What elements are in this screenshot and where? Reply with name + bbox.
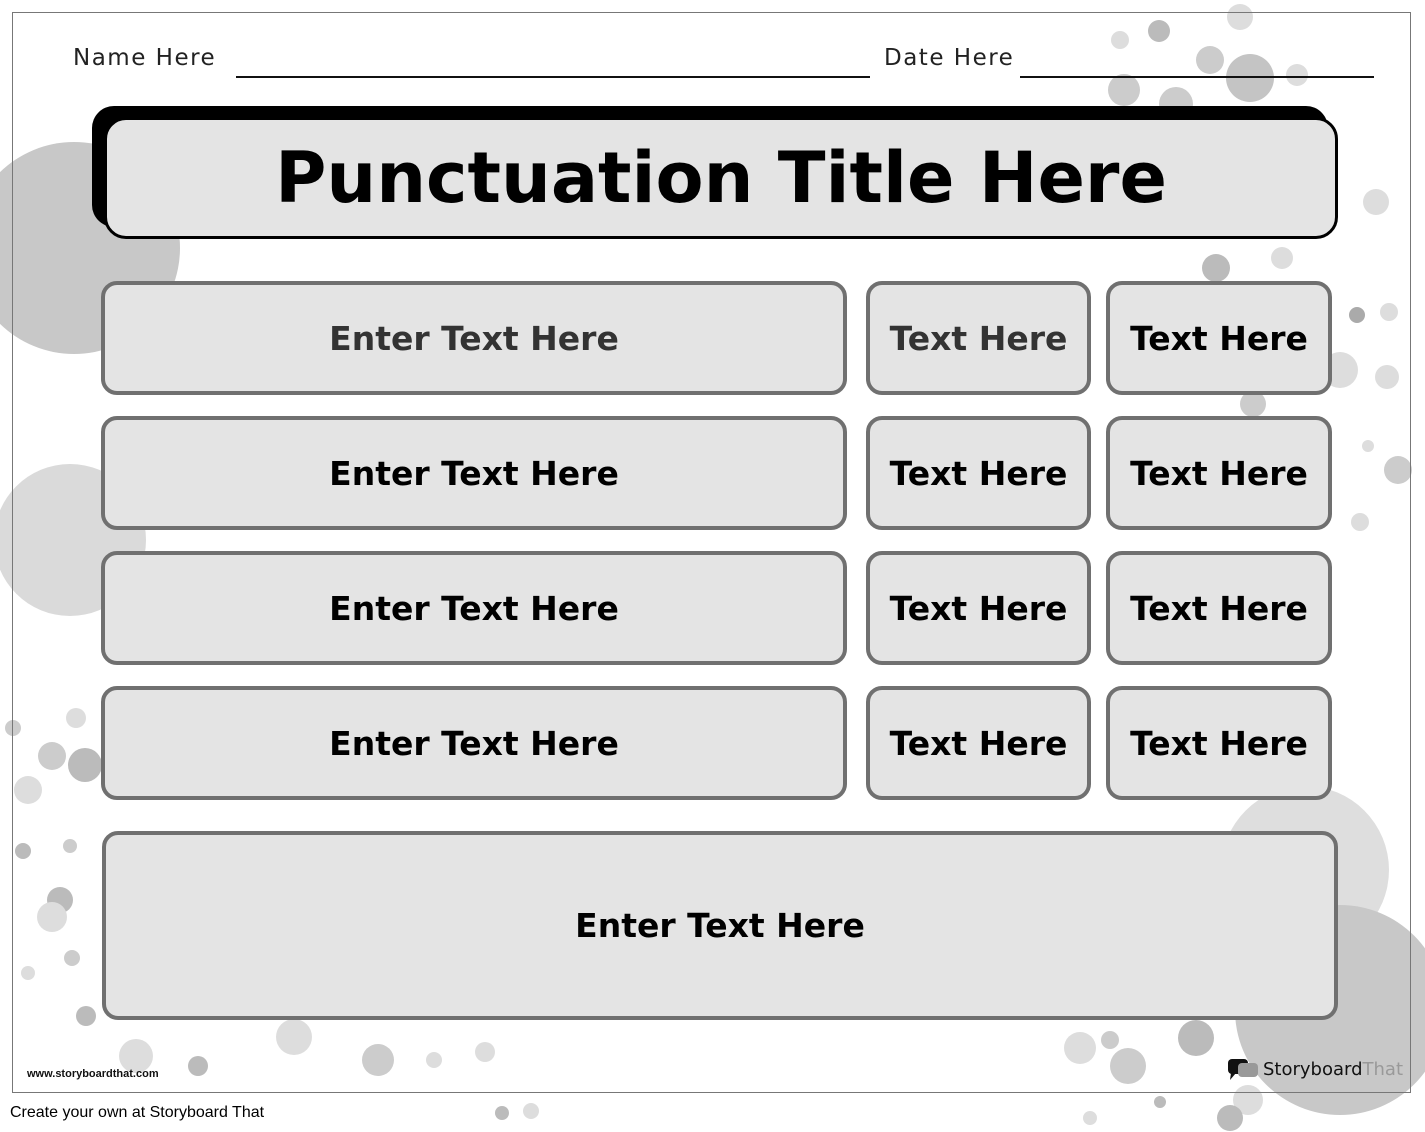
text-box-wide[interactable]: Enter Text Here [101,686,847,800]
text-box-small[interactable]: Text Here [866,551,1091,665]
text-box-small[interactable]: Text Here [866,281,1091,395]
date-label: Date Here [884,45,1015,71]
decor-circle [495,1106,509,1120]
website-text: www.storyboardthat.com [27,1068,159,1080]
text-box-wide[interactable]: Enter Text Here [101,416,847,530]
date-line[interactable] [1020,76,1374,78]
create-your-own-link[interactable]: Create your own at Storyboard That [10,1104,264,1122]
text-box-small[interactable]: Text Here [1106,686,1332,800]
text-box-wide[interactable]: Enter Text Here [101,551,847,665]
text-box-small[interactable]: Text Here [866,416,1091,530]
bottom-text-box[interactable]: Enter Text Here [102,831,1338,1020]
page-title[interactable]: Punctuation Title Here [104,117,1338,239]
text-box-small[interactable]: Text Here [1106,551,1332,665]
text-box-small[interactable]: Text Here [1106,281,1332,395]
text-box-small[interactable]: Text Here [1106,416,1332,530]
decor-circle [523,1103,539,1119]
name-label: Name Here [73,45,217,71]
decor-circle [1217,1105,1243,1131]
name-line[interactable] [236,76,870,78]
decor-circle [1154,1096,1166,1108]
text-box-wide[interactable]: Enter Text Here [101,281,847,395]
speech-bubbles-icon [1228,1059,1258,1080]
decor-circle [1083,1111,1097,1125]
text-box-small[interactable]: Text Here [866,686,1091,800]
storyboardthat-logo: Storyboard That [1228,1057,1403,1081]
